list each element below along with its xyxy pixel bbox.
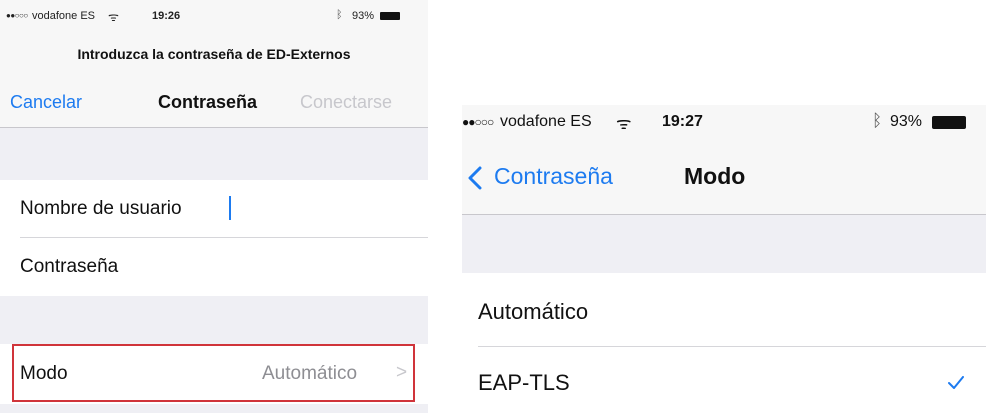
bluetooth-icon: ᛒ [336,9,343,21]
battery-percent: 93% [890,113,923,130]
carrier-label: vodafone ES [32,10,95,22]
wifi-icon: ᯤ [108,10,119,24]
username-label: Nombre de usuario [20,198,182,219]
checkmark-icon [948,376,964,389]
group-spacer [0,296,428,344]
status-time: 19:26 [152,10,181,22]
option-automatico[interactable]: Automático [462,277,986,347]
wifi-icon: ᯤ [616,114,632,133]
text-cursor [229,196,231,220]
password-field[interactable]: Contraseña [0,238,428,296]
chevron-left-icon [468,166,482,190]
back-label: Contraseña [494,163,613,189]
battery-icon [380,12,400,20]
nav-bar: Cancelar Contraseña Conectarse [0,78,428,128]
signal-strength-icon: ●●○○○ [6,11,28,20]
status-time: 19:27 [662,113,703,130]
password-label: Contraseña [20,256,119,277]
signal-strength-icon: ●●○○○ [462,115,494,129]
bluetooth-icon: ᛒ [872,111,883,130]
status-bar: ●●○○○ vodafone ES ᯤ 19:27 ᛒ 93% [462,105,986,139]
option-label: Automático [478,299,589,324]
group-spacer [0,404,428,413]
battery-icon [932,116,966,129]
page-title: Modo [684,163,746,189]
nav-bar: Contraseña Modo [462,139,986,215]
group-spacer [462,215,986,273]
status-bar: ●●○○○ vodafone ES ᯤ 19:26 ᛒ 93% [0,0,428,32]
mode-value: Automático [262,363,358,384]
chevron-right-icon: > [396,362,408,383]
wifi-password-screen: ●●○○○ vodafone ES ᯤ 19:26 ᛒ 93% Introduz… [0,0,428,413]
battery-percent: 93% [352,10,375,22]
carrier-label: vodafone ES [500,113,592,130]
group-spacer [0,128,428,180]
option-label: EAP-TLS [478,370,570,395]
password-prompt: Introduzca la contraseña de ED-Externos [0,32,428,78]
option-eap-tls[interactable]: EAP-TLS [462,348,986,413]
username-field[interactable]: Nombre de usuario [0,180,428,238]
cancel-button[interactable]: Cancelar [10,92,82,113]
page-title: Contraseña [158,92,258,112]
mode-selection-screen: ●●○○○ vodafone ES ᯤ 19:27 ᛒ 93% Contrase… [462,105,986,413]
connect-button[interactable]: Conectarse [300,92,392,113]
mode-label: Modo [20,363,68,384]
